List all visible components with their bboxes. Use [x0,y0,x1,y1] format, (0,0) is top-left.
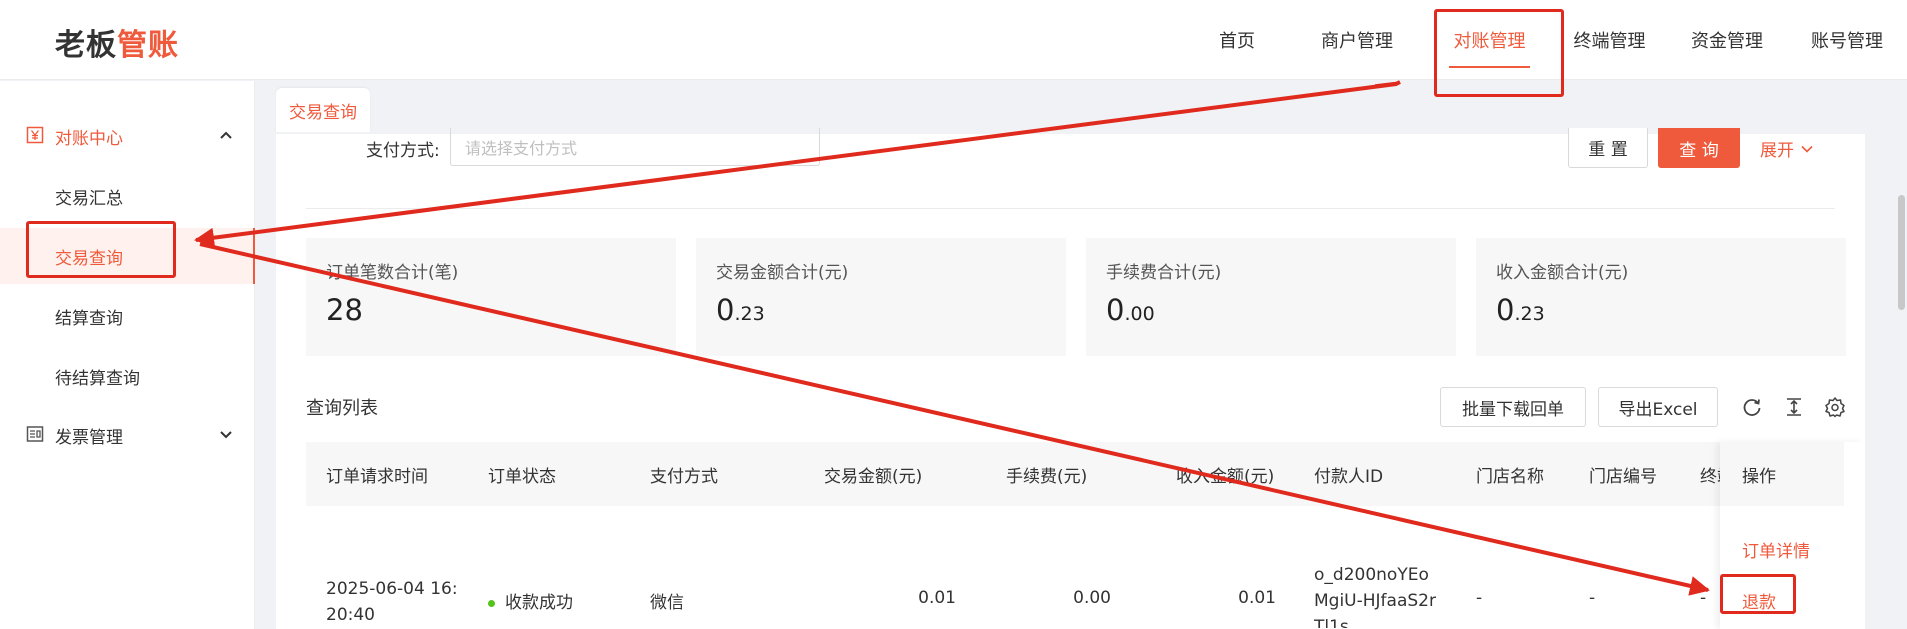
query-button[interactable]: 查 询 [1658,128,1740,168]
col-request-time: 订单请求时间 [326,466,428,487]
reset-button[interactable]: 重 置 [1568,128,1648,168]
col-fee: 手续费(元) [1006,466,1088,487]
sidebar-group-reconciliation[interactable]: 对账中心 [0,111,255,161]
cell-store-name: - [1476,588,1483,608]
sidebar-group-label: 发票管理 [55,427,123,448]
sidebar-item-settlement[interactable]: 结算查询 [0,288,255,344]
table-header: 订单请求时间 订单状态 支付方式 交易金额(元) 手续费(元) 收入金额(元) … [306,442,1846,506]
tab-transaction-query[interactable]: 交易查询 [276,88,370,132]
chevron-down-icon [1801,145,1813,153]
expand-button[interactable]: 展开 [1760,136,1814,161]
stat-label: 交易金额合计(元) [716,263,849,283]
top-header: 老板管账 首页 商户管理 对账管理 终端管理 资金管理 账号管理 [0,0,1907,80]
vertical-scrollbar[interactable] [1898,195,1905,310]
col-income: 收入金额(元) [1176,466,1275,487]
cell-payer-id: o_d200noYEo MgiU-HJfaaS2r Tl1s [1314,565,1436,628]
cell-request-time: 2025-06-04 16: 20:40 [326,579,458,625]
sidebar-group-label: 对账中心 [55,128,123,149]
nav-home[interactable]: 首页 [1187,0,1287,80]
highlight-box-nav [1434,9,1564,97]
cell-status: 收款成功 [488,588,573,613]
stat-value: 28 [326,293,363,327]
order-detail-link[interactable]: 订单详情 [1742,537,1810,562]
payment-method-select[interactable]: 请选择支付方式 [450,128,820,166]
sidebar: 对账中心 交易汇总 交易查询 结算查询 待结算查询 发票管理 [0,81,255,629]
stat-order-count: 订单笔数合计(笔) 28 [306,238,676,356]
cell-terminal: - [1700,588,1707,608]
col-amount: 交易金额(元) [824,466,923,487]
nav-merchant[interactable]: 商户管理 [1287,0,1427,80]
gear-icon[interactable] [1824,396,1846,418]
chevron-up-icon [220,131,232,139]
cell-amount: 0.01 [918,588,956,608]
stat-income: 收入金额合计(元) 0.23 [1476,238,1846,356]
highlight-box-refund [1720,574,1796,614]
list-title: 查询列表 [306,398,378,419]
cell-store-no: - [1589,588,1596,608]
stat-transaction-amount: 交易金额合计(元) 0.23 [696,238,1066,356]
nav-account[interactable]: 账号管理 [1787,0,1907,80]
logo-text-part2: 管账 [117,28,179,63]
status-dot [488,599,495,607]
nav-terminal[interactable]: 终端管理 [1552,0,1667,80]
chevron-down-icon [220,431,232,439]
stat-label: 订单笔数合计(笔) [326,263,459,283]
refresh-icon[interactable] [1741,396,1763,418]
col-status: 订单状态 [488,466,556,487]
sidebar-item-summary[interactable]: 交易汇总 [0,168,255,224]
export-excel-button[interactable]: 导出Excel [1598,387,1718,427]
col-terminal: 终端 [1700,466,1720,487]
cell-income: 0.01 [1238,588,1276,608]
stat-value: 0.23 [716,293,765,327]
stat-value: 0.00 [1106,293,1155,327]
sidebar-item-pending-settlement[interactable]: 待结算查询 [0,348,255,404]
main-card: 支付方式: 请选择支付方式 重 置 查 询 展开 订单笔数合计(笔) 28 交易… [276,128,1865,629]
yen-icon [26,126,44,144]
col-pay-method: 支付方式 [650,466,718,487]
batch-download-button[interactable]: 批量下载回单 [1440,387,1586,427]
divider [306,208,1835,209]
invoice-icon [26,426,44,442]
column-height-icon[interactable] [1783,396,1805,418]
payment-method-label: 支付方式: [366,141,440,161]
expand-label: 展开 [1760,141,1794,161]
col-store-name: 门店名称 [1476,466,1544,487]
stat-label: 收入金额合计(元) [1496,263,1629,283]
cell-pay-method: 微信 [650,593,684,613]
col-payer-id: 付款人ID [1314,466,1384,487]
col-store-no: 门店编号 [1589,466,1657,487]
stat-label: 手续费合计(元) [1106,263,1222,283]
arrow-taper [1374,81,1401,86]
app-logo[interactable]: 老板管账 [55,20,179,64]
sidebar-group-invoice[interactable]: 发票管理 [0,410,255,460]
col-operation: 操作 [1720,442,1844,506]
stat-value: 0.23 [1496,293,1545,327]
stat-fee: 手续费合计(元) 0.00 [1086,238,1456,356]
logo-text-part1: 老板 [55,28,117,63]
highlight-box-sidebar [26,221,176,278]
nav-funds[interactable]: 资金管理 [1667,0,1787,80]
cell-fee: 0.00 [1073,588,1111,608]
